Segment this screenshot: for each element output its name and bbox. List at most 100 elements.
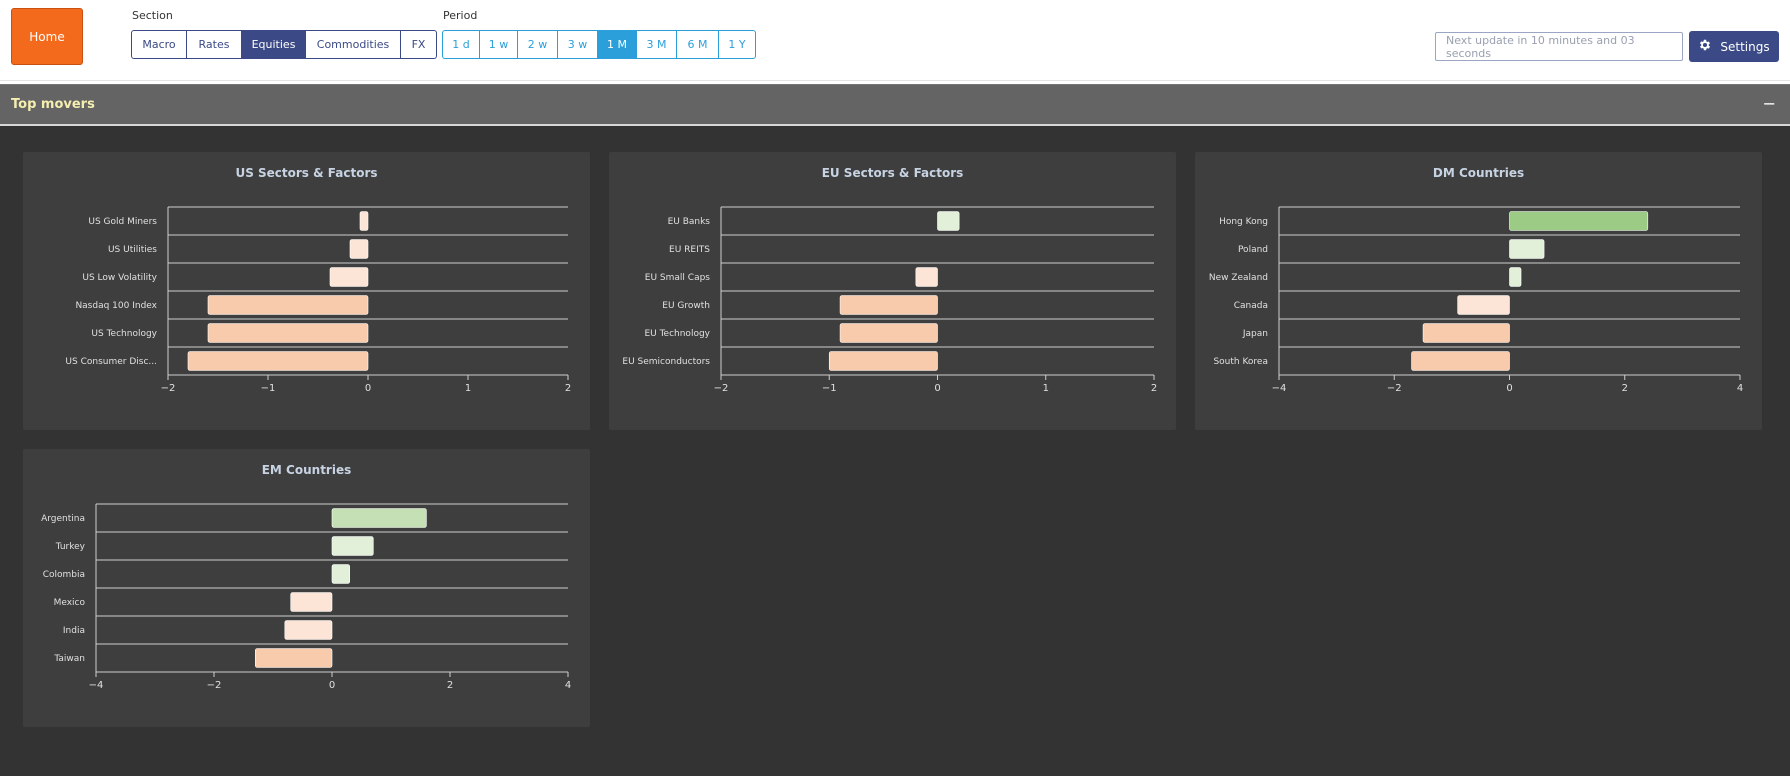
chart-panel-us-sectors: US Sectors & Factors −2 −1 0 1 2 US Gold Mine… [23, 152, 590, 430]
x-tick-label: 0 [1506, 383, 1512, 394]
next-update-field[interactable]: Next update in 10 minutes and 03 seconds [1435, 32, 1683, 61]
period-button-1y[interactable]: 1 Y [718, 30, 756, 59]
chart-panel-dm-countries: DM Countries −4 −2 0 2 4 Hong Kong Poland New Z… [1195, 152, 1762, 430]
x-tick-label: −2 [1387, 383, 1402, 394]
x-tick-label: −4 [89, 680, 104, 691]
bar [359, 211, 369, 231]
category-label: Argentina [41, 514, 85, 524]
category-label: EU Banks [668, 217, 711, 227]
x-tick-label: −2 [161, 383, 176, 394]
x-tick-label: −1 [261, 383, 276, 394]
category-label: Nasdaq 100 Index [75, 301, 157, 311]
bar [1509, 211, 1649, 231]
gear-icon [1698, 38, 1712, 55]
x-tick-label: −2 [714, 383, 729, 394]
category-label: US Technology [91, 329, 157, 339]
period-button-1m[interactable]: 1 M [597, 30, 637, 59]
category-label: Taiwan [53, 654, 85, 664]
category-label: Canada [1234, 301, 1268, 311]
chart-panel-em-countries: EM Countries −4 −2 0 2 4 Argentina Turkey Colom… [23, 449, 590, 727]
bar [187, 351, 369, 371]
bar [331, 564, 351, 584]
bar [284, 620, 333, 640]
top-movers-content: US Sectors & Factors −2 −1 0 1 2 US Gold Mine… [0, 126, 1790, 776]
top-toolbar: Home Section Macro Rates Equities Commod… [0, 0, 1790, 81]
category-label: Hong Kong [1219, 217, 1268, 227]
collapse-button[interactable]: − [1763, 94, 1776, 113]
category-label: Colombia [43, 570, 85, 580]
chart-svg: −2 −1 0 1 2 US Gold Miners US Utilities US Low … [65, 206, 571, 394]
category-label: US Gold Miners [88, 217, 157, 227]
x-tick-label: 0 [329, 680, 335, 691]
category-label: New Zealand [1209, 273, 1268, 283]
category-label: US Utilities [108, 245, 157, 255]
period-button-1w[interactable]: 1 w [479, 30, 518, 59]
x-tick-label: 4 [1737, 383, 1743, 394]
bar [1422, 323, 1510, 343]
bar [937, 211, 960, 231]
bar [255, 648, 333, 668]
x-tick-label: 2 [447, 680, 453, 691]
chart-panel-eu-sectors: EU Sectors & Factors −2 −1 0 1 2 EU Banks EU R… [609, 152, 1176, 430]
category-label: Japan [1242, 329, 1268, 339]
category-label: EU Technology [644, 329, 710, 339]
section-button-macro[interactable]: Macro [131, 30, 187, 59]
period-label: Period [443, 9, 478, 22]
x-tick-label: 0 [365, 383, 371, 394]
x-tick-label: −2 [207, 680, 222, 691]
settings-button[interactable]: Settings [1689, 31, 1779, 62]
period-button-6m[interactable]: 6 M [676, 30, 719, 59]
bar [207, 295, 369, 315]
x-tick-label: 2 [565, 383, 571, 394]
category-label: US Low Volatility [82, 273, 157, 283]
category-label: EU Growth [662, 301, 710, 311]
bar [207, 323, 369, 343]
x-tick-label: −4 [1272, 383, 1287, 394]
section-button-commodities[interactable]: Commodities [305, 30, 401, 59]
category-label: India [63, 626, 85, 636]
settings-label: Settings [1720, 39, 1770, 54]
bar [1509, 239, 1545, 259]
bar [329, 267, 369, 287]
category-label: Poland [1238, 245, 1268, 255]
bar [915, 267, 938, 287]
category-label: EU Small Caps [645, 273, 711, 283]
category-label: Turkey [55, 542, 86, 552]
bar [839, 323, 938, 343]
period-button-group: 1 d 1 w 2 w 3 w 1 M 3 M 6 M 1 Y [442, 30, 756, 59]
period-button-2w[interactable]: 2 w [517, 30, 558, 59]
chart-svg: −4 −2 0 2 4 Hong Kong Poland New Zealand Canada J… [1209, 206, 1743, 394]
bar [1457, 295, 1510, 315]
x-tick-label: 2 [1622, 383, 1628, 394]
x-tick-label: 4 [565, 680, 571, 691]
bar [331, 508, 427, 528]
section-button-rates[interactable]: Rates [186, 30, 242, 59]
bar [1509, 267, 1522, 287]
x-tick-label: 0 [934, 383, 940, 394]
category-label: US Consumer Disc... [65, 357, 157, 367]
section-button-fx[interactable]: FX [400, 30, 437, 59]
bar [349, 239, 369, 259]
category-label: South Korea [1213, 357, 1268, 367]
top-movers-title: Top movers [11, 97, 95, 112]
bar [290, 592, 333, 612]
bar [1411, 351, 1510, 371]
bar [331, 536, 374, 556]
section-button-group: Macro Rates Equities Commodities FX [131, 30, 437, 59]
period-button-1d[interactable]: 1 d [442, 30, 480, 59]
section-label: Section [132, 9, 173, 22]
period-button-3m[interactable]: 3 M [636, 30, 677, 59]
section-button-equities[interactable]: Equities [241, 30, 306, 59]
bar [828, 351, 938, 371]
x-tick-label: −1 [822, 383, 837, 394]
period-button-3w[interactable]: 3 w [557, 30, 598, 59]
chart-svg: −2 −1 0 1 2 EU Banks EU REITS EU Small Caps EU G… [622, 206, 1157, 394]
top-movers-header[interactable]: Top movers − [0, 84, 1790, 126]
chart-svg: −4 −2 0 2 4 Argentina Turkey Colombia Mexico Indi… [41, 503, 571, 691]
bar [839, 295, 938, 315]
x-tick-label: 1 [465, 383, 471, 394]
category-label: EU Semiconductors [622, 357, 710, 367]
home-button[interactable]: Home [11, 8, 83, 65]
x-tick-label: 2 [1151, 383, 1157, 394]
category-label: Mexico [54, 598, 86, 608]
